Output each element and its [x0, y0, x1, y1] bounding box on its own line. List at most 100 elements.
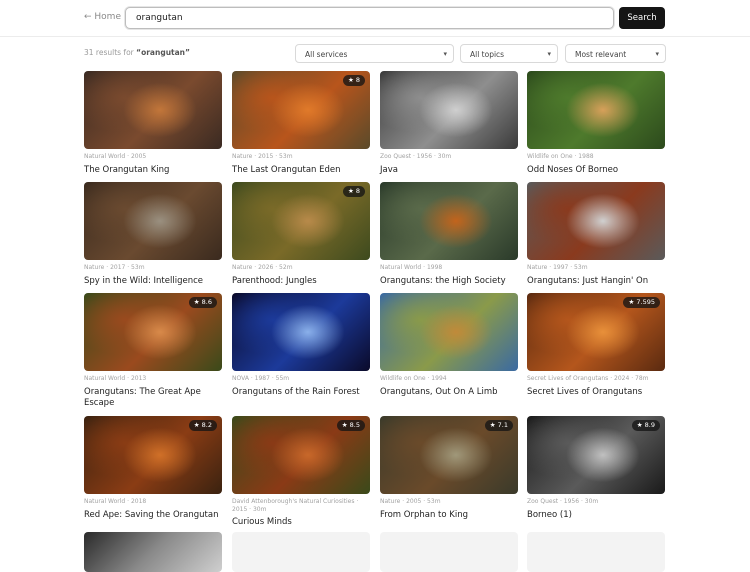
result-thumbnail[interactable]	[84, 182, 222, 260]
result-card[interactable]: ★ 7.1 Nature · 2005 · 53m From Orphan to K…	[380, 416, 518, 521]
result-thumbnail[interactable]	[527, 71, 665, 149]
result-meta: Wildlife on One · 1994	[380, 375, 447, 382]
result-meta: Natural World · 2013	[84, 375, 147, 382]
result-title[interactable]: The Orangutan King	[84, 165, 222, 176]
result-card[interactable]: Natural World · 2005 The Orangutan King	[84, 71, 222, 176]
result-meta: David Attenborough's Natural Curiosities…	[232, 498, 359, 513]
thumbnail-image	[380, 71, 518, 149]
result-card[interactable]: NOVA · 1987 · 55m Orangutans of the Rain …	[232, 293, 370, 398]
result-title[interactable]: Odd Noses Of Borneo	[527, 165, 665, 176]
result-card[interactable]: ★ 8.5 David Attenborough's Natural Curios…	[232, 416, 370, 528]
result-card[interactable]: Wildlife on One · 1988 Odd Noses Of Borne…	[527, 71, 665, 176]
result-card[interactable]: Natural World · 1998 Orangutans: the High…	[380, 182, 518, 287]
sort-select-value: Most relevant	[575, 50, 627, 59]
results-count: 31 results for “orangutan”	[84, 48, 190, 57]
result-card[interactable]: ★ 8.2 Natural World · 2018 Red Ape: Saving…	[84, 416, 222, 521]
chevron-down-icon: ▾	[655, 50, 659, 58]
top-bar: ← Home Search	[0, 0, 750, 37]
result-thumbnail[interactable]: ★ 7.1	[380, 416, 518, 494]
rating-badge: ★ 7.1	[484, 420, 513, 431]
result-title[interactable]: Parenthood: Jungles	[232, 276, 370, 287]
result-title[interactable]: Secret Lives of Orangutans	[527, 387, 665, 398]
services-select-value: All services	[305, 50, 348, 59]
result-title[interactable]: Orangutans, Out On A Limb	[380, 387, 518, 398]
result-thumbnail[interactable]: ★ 7.595	[527, 293, 665, 371]
result-meta: Zoo Quest · 1956 · 30m	[380, 153, 452, 160]
thumbnail-image	[527, 71, 665, 149]
thumbnail-placeholder	[232, 532, 370, 572]
thumbnail-image	[84, 71, 222, 149]
result-thumbnail[interactable]	[84, 71, 222, 149]
sort-select[interactable]: Most relevant ▾	[565, 44, 666, 63]
rating-badge: ★ 8.9	[631, 420, 660, 431]
thumbnail-image	[380, 293, 518, 371]
rating-badge: ★ 8	[342, 186, 365, 197]
result-title[interactable]: Curious Minds	[232, 517, 370, 528]
rating-badge: ★ 8.2	[188, 420, 217, 431]
result-card[interactable]: ★ 8 Nature · 2015 · 53m The Last Orangutan…	[232, 71, 370, 176]
topics-select[interactable]: All topics ▾	[460, 44, 558, 63]
result-meta: Nature · 1997 · 53m	[527, 264, 588, 271]
result-thumbnail[interactable]	[380, 293, 518, 371]
result-card[interactable]: Nature · 1997 · 53m Orangutans: Just Hang…	[527, 182, 665, 287]
result-title[interactable]: Java	[380, 165, 518, 176]
result-thumbnail[interactable]	[527, 182, 665, 260]
rating-badge: ★ 8	[342, 75, 365, 86]
result-meta: Wildlife on One · 1988	[527, 153, 594, 160]
result-card[interactable]: Nature · 2017 · 53m Spy in the Wild: Inte…	[84, 182, 222, 287]
result-title[interactable]: Orangutans: the High Society	[380, 276, 518, 287]
result-meta: Nature · 2015 · 53m	[232, 153, 293, 160]
result-meta: Nature · 2026 · 52m	[232, 264, 293, 271]
services-select[interactable]: All services ▾	[295, 44, 454, 63]
result-meta: Nature · 2005 · 53m	[380, 498, 441, 505]
result-title[interactable]: Orangutans: The Great Ape Escape	[84, 387, 222, 410]
result-title[interactable]: Orangutans of the Rain Forest	[232, 387, 370, 398]
result-card[interactable]: ★ 8 Nature · 2026 · 52m Parenthood: Jungle…	[232, 182, 370, 287]
result-meta: Zoo Quest · 1956 · 30m	[527, 498, 599, 505]
search-button[interactable]: Search	[619, 7, 665, 29]
result-thumbnail[interactable]: ★ 8.2	[84, 416, 222, 494]
result-thumbnail[interactable]	[232, 293, 370, 371]
result-title[interactable]: Red Ape: Saving the Orangutan	[84, 510, 222, 521]
result-card[interactable]: ★ 8.6 Natural World · 2013 Orangutans: The…	[84, 293, 222, 409]
result-thumbnail[interactable]	[380, 182, 518, 260]
result-thumbnail[interactable]: ★ 8.6	[84, 293, 222, 371]
result-thumbnail[interactable]: ★ 8.9	[527, 416, 665, 494]
result-card[interactable]: ★ 8.9 Zoo Quest · 1956 · 30m Borneo (1)	[527, 416, 665, 521]
thumbnail-image	[380, 182, 518, 260]
result-card[interactable]: ★ 7.595 Secret Lives of Orangutans · 2024…	[527, 293, 665, 398]
rating-badge: ★ 8.5	[336, 420, 365, 431]
thumbnail-placeholder	[527, 532, 665, 572]
thumbnail-image	[232, 293, 370, 371]
thumbnail-image	[84, 182, 222, 260]
result-title[interactable]: The Last Orangutan Eden	[232, 165, 370, 176]
result-meta: NOVA · 1987 · 55m	[232, 375, 290, 382]
rating-badge: ★ 8.6	[188, 297, 217, 308]
result-meta: Natural World · 2018	[84, 498, 147, 505]
result-meta: Nature · 2017 · 53m	[84, 264, 145, 271]
thumbnail-image	[527, 182, 665, 260]
result-thumbnail-partial[interactable]	[84, 532, 222, 572]
result-thumbnail[interactable]: ★ 8	[232, 71, 370, 149]
result-title[interactable]: Spy in the Wild: Intelligence	[84, 276, 222, 287]
chevron-down-icon: ▾	[443, 50, 447, 58]
result-thumbnail[interactable]: ★ 8	[232, 182, 370, 260]
result-thumbnail[interactable]	[380, 71, 518, 149]
chevron-down-icon: ▾	[547, 50, 551, 58]
result-meta: Natural World · 2005	[84, 153, 147, 160]
result-title[interactable]: From Orphan to King	[380, 510, 518, 521]
rating-badge: ★ 7.595	[623, 297, 660, 308]
results-count-label: 31 results for	[84, 48, 137, 57]
thumbnail-placeholder	[380, 532, 518, 572]
topics-select-value: All topics	[470, 50, 505, 59]
result-thumbnail[interactable]: ★ 8.5	[232, 416, 370, 494]
result-title[interactable]: Borneo (1)	[527, 510, 665, 521]
result-card[interactable]: Zoo Quest · 1956 · 30m Java	[380, 71, 518, 176]
result-card[interactable]: Wildlife on One · 1994 Orangutans, Out On…	[380, 293, 518, 398]
results-query: “orangutan”	[136, 48, 190, 57]
result-title[interactable]: Orangutans: Just Hangin' On	[527, 276, 665, 287]
search-input[interactable]	[125, 7, 614, 29]
result-meta: Secret Lives of Orangutans · 2024 · 78m	[527, 375, 649, 382]
result-meta: Natural World · 1998	[380, 264, 443, 271]
home-link[interactable]: ← Home	[84, 12, 121, 22]
